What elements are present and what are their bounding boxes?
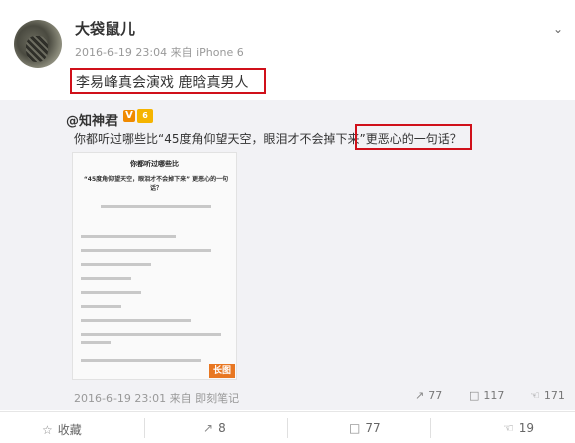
image-title: 你都听过哪些比 (130, 160, 179, 168)
image-text-line (81, 291, 141, 294)
member-icon: 6 (137, 109, 153, 123)
favorite-button[interactable]: ☆ 收藏 (42, 421, 82, 438)
image-question: “45度角仰望天空，眼泪才不会掉下来” 更恶心的一句话？ (83, 176, 229, 192)
avatar-image (26, 36, 48, 62)
forward-icon: ↗ (203, 421, 214, 435)
image-text-line (81, 359, 201, 362)
like-button[interactable]: ☜ 19 (503, 421, 534, 435)
image-text-line (81, 319, 191, 322)
repost-like-count[interactable]: ☜ 171 (530, 389, 565, 402)
repost-username[interactable]: @知神君 (66, 110, 118, 129)
thumbs-up-icon: ☜ (530, 389, 540, 402)
forward-button[interactable]: ↗ 8 (203, 421, 226, 435)
post-meta: 2016-6-19 23:04 来自 iPhone 6 (75, 46, 244, 59)
repost-comment-count[interactable]: □ 117 (469, 389, 504, 402)
image-text-line (81, 305, 121, 308)
separator (287, 418, 288, 438)
comment-button[interactable]: □ 77 (349, 421, 381, 435)
avatar[interactable] (14, 20, 62, 68)
username[interactable]: 大袋鼠儿 (75, 18, 135, 39)
divider (0, 411, 575, 412)
long-image-badge: 长图 (209, 364, 235, 378)
image-text-line (101, 205, 211, 208)
image-text-line (81, 277, 131, 280)
image-text-line (81, 333, 221, 336)
thumbs-up-icon: ☜ (503, 421, 514, 435)
comment-icon: □ (349, 421, 361, 435)
repost-forward-count[interactable]: ↗ 77 (415, 389, 442, 402)
star-icon: ☆ (42, 423, 53, 437)
comment-icon: □ (469, 389, 480, 402)
separator (144, 418, 145, 438)
forward-icon: ↗ (415, 389, 425, 402)
long-image-thumbnail[interactable]: 你都听过哪些比 “45度角仰望天空，眼泪才不会掉下来” 更恶心的一句话？ 长图 (72, 152, 237, 380)
highlight-box (355, 124, 472, 150)
image-text-line (81, 263, 151, 266)
chevron-down-icon[interactable]: ⌄ (553, 22, 563, 36)
image-text-line (81, 249, 211, 252)
separator (430, 418, 431, 438)
image-text-line (81, 341, 111, 344)
post-text: 李易峰真会演戏 鹿晗真男人 (70, 68, 266, 94)
image-text-line (81, 235, 176, 238)
verified-icon: V (123, 110, 135, 122)
repost-meta: 2016-6-19 23:01 来自 即刻笔记 (74, 392, 240, 405)
